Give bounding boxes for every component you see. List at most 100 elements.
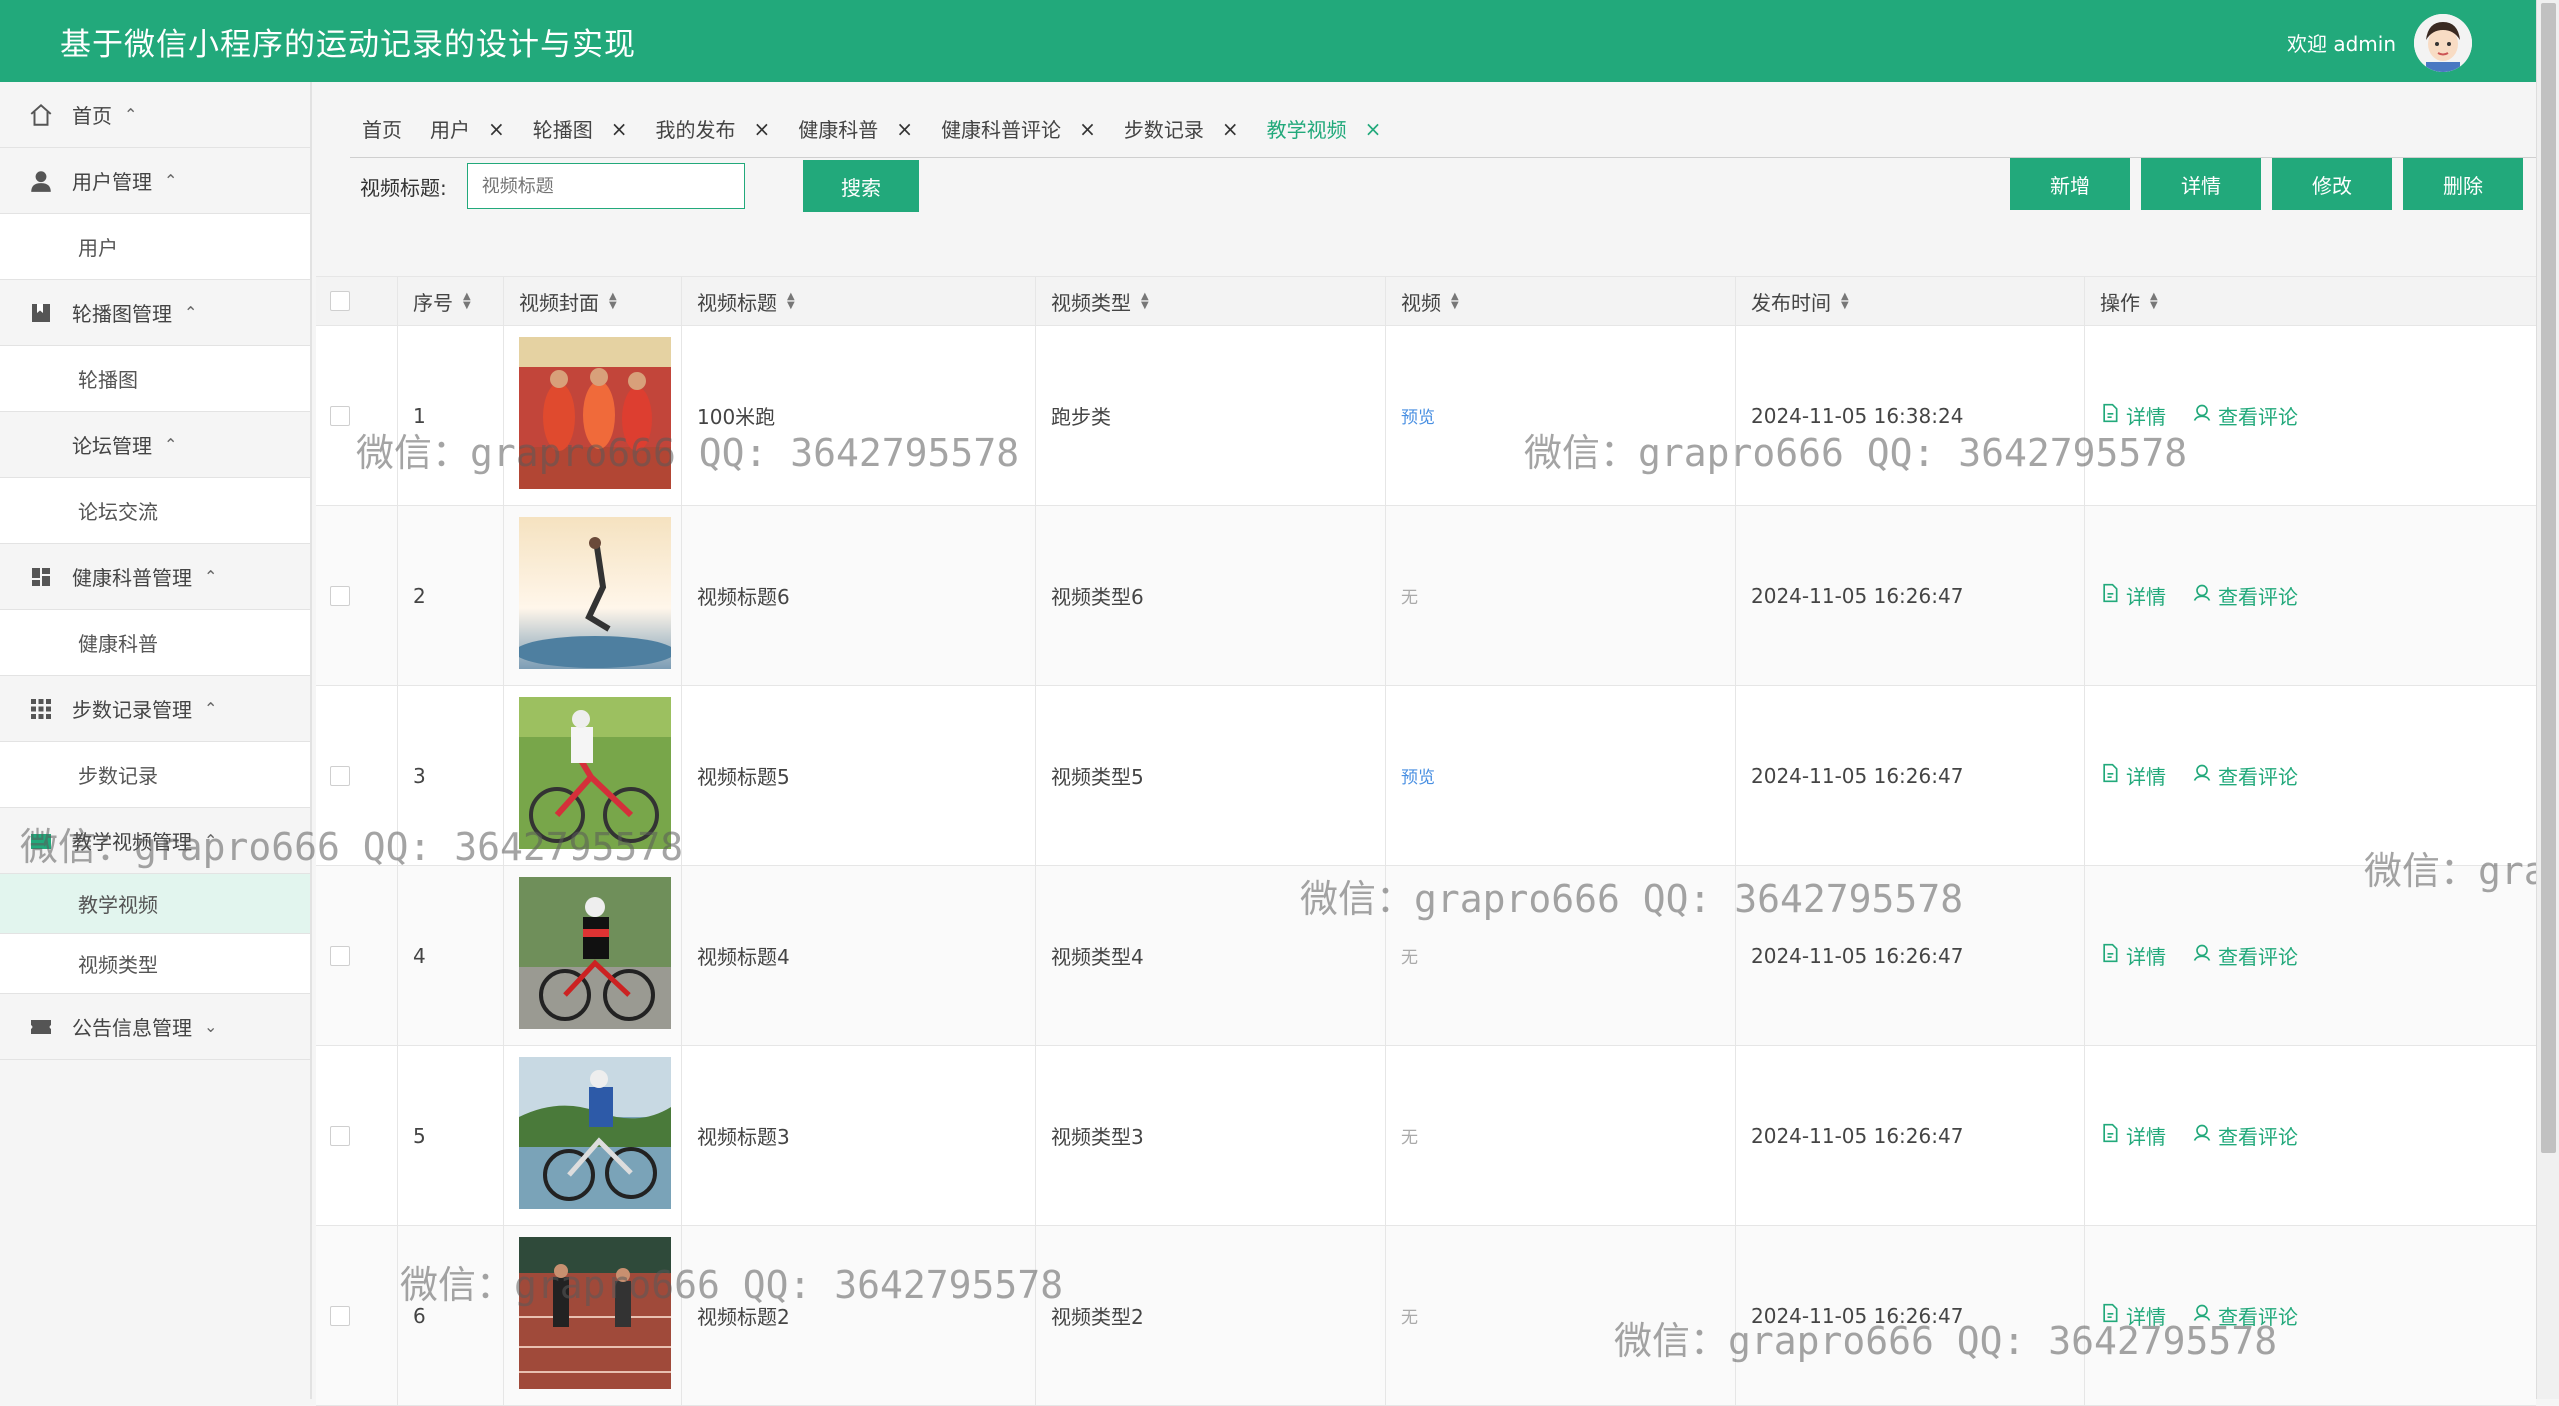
column-header-label: 序号 [413,290,453,315]
close-icon[interactable]: × [488,117,505,141]
video-cover-image[interactable] [519,697,671,854]
sidebar-item-label: 步数记录管理 [72,698,192,722]
sidebar-item[interactable]: 首页 ⌃ [0,82,310,148]
close-icon[interactable]: × [754,117,771,141]
row-checkbox[interactable] [330,945,350,966]
column-header[interactable]: 视频 ▲ ▼ [1386,277,1736,325]
close-icon[interactable]: × [611,117,628,141]
table-row[interactable]: 4 视频标题4 视频类型4 无 2024-11-05 16:26:47 详情 查看评论 [316,866,2536,1046]
video-cover-image[interactable] [519,1237,671,1394]
table-row[interactable]: 2 视频标题6 视频类型6 无 2024-11-05 16:26:47 详情 查看评论 [316,506,2536,686]
video-none-text: 无 [1401,1128,1418,1148]
sidebar-item[interactable]: 教学视频管理 ⌃ [0,808,310,874]
view-comments-button[interactable]: 查看评论 [2192,941,2298,970]
view-comments-label: 查看评论 [2218,585,2298,609]
sidebar-item[interactable]: 用户管理 ⌃ [0,148,310,214]
close-icon[interactable]: × [896,117,913,141]
table-row[interactable]: 3 视频标题5 视频类型5 预览 2024-11-05 16:26:47 详情 查看评论 [316,686,2536,866]
sort-icon[interactable]: ▲ ▼ [463,292,471,311]
edit-button[interactable]: 修改 [2272,158,2392,210]
view-comments-label: 查看评论 [2218,1305,2298,1329]
close-icon[interactable]: × [1365,117,1382,141]
video-cover-image[interactable] [519,1057,671,1214]
delete-button[interactable]: 删除 [2403,158,2523,210]
tab[interactable]: 首页 [362,114,402,143]
sidebar-subitem[interactable]: 教学视频 [0,874,310,934]
sidebar-subitem[interactable]: 视频类型 [0,934,310,994]
tab[interactable]: 用户 × [430,114,505,143]
sidebar-item[interactable]: 健康科普管理 ⌃ [0,544,310,610]
sort-icon[interactable]: ▲ ▼ [1141,292,1149,311]
row-checkbox[interactable] [330,405,350,426]
sidebar-item[interactable]: 公告信息管理 ⌄ [0,994,310,1060]
table-row[interactable]: 1 100米跑 跑步类 预览 2024-11-05 16:38:24 详情 查看评论 [316,326,2536,506]
close-icon[interactable]: × [1079,117,1096,141]
row-checkbox[interactable] [330,585,350,606]
tab[interactable]: 健康科普评论 × [941,114,1096,143]
sidebar-item[interactable]: 轮播图管理 ⌃ [0,280,310,346]
tab[interactable]: 健康科普 × [798,114,913,143]
sort-icon[interactable]: ▲ ▼ [609,292,617,311]
sidebar-item[interactable]: 论坛管理 ⌃ [0,412,310,478]
avatar[interactable] [2414,14,2472,72]
tab[interactable]: 教学视频 × [1267,114,1382,143]
video-cover-image[interactable] [519,877,671,1034]
close-icon[interactable]: × [1222,117,1239,141]
scrollbar-thumb[interactable] [2541,3,2556,1153]
select-all-checkbox[interactable] [330,291,350,311]
video-title: 视频标题2 [697,1305,790,1329]
sort-icon[interactable]: ▲ ▼ [787,292,795,311]
search-button[interactable]: 搜索 [803,160,919,212]
column-header[interactable]: 视频标题 ▲ ▼ [682,277,1036,325]
row-detail-button[interactable]: 详情 [2100,401,2166,430]
time-cell: 2024-11-05 16:26:47 [1736,1226,2085,1405]
column-header[interactable]: 操作 ▲ ▼ [2085,277,2536,325]
sidebar-subitem[interactable]: 用户 [0,214,310,280]
video-cover-image[interactable] [519,337,671,494]
view-comments-button[interactable]: 查看评论 [2192,1301,2298,1330]
row-detail-button[interactable]: 详情 [2100,941,2166,970]
sidebar-item[interactable]: 步数记录管理 ⌃ [0,676,310,742]
row-checkbox[interactable] [330,765,350,786]
column-header[interactable]: 序号 ▲ ▼ [398,277,504,325]
add-button[interactable]: 新增 [2010,158,2130,210]
view-comments-button[interactable]: 查看评论 [2192,761,2298,790]
sidebar-subitem[interactable]: 步数记录 [0,742,310,808]
tab[interactable]: 我的发布 × [656,114,771,143]
row-checkbox-cell [316,686,398,865]
sort-icon[interactable]: ▲ ▼ [1451,292,1459,311]
row-number-text: 6 [413,1303,426,1328]
table-row[interactable]: 5 视频标题3 视频类型3 无 2024-11-05 16:26:47 详情 查看评论 [316,1046,2536,1226]
tab[interactable]: 步数记录 × [1124,114,1239,143]
sidebar-subitem[interactable]: 轮播图 [0,346,310,412]
column-header[interactable]: 视频类型 ▲ ▼ [1036,277,1386,325]
ops-cell: 详情 查看评论 [2085,866,2536,1045]
row-detail-button[interactable]: 详情 [2100,761,2166,790]
row-detail-button[interactable]: 详情 [2100,581,2166,610]
detail-button[interactable]: 详情 [2141,158,2261,210]
sort-icon[interactable]: ▲ ▼ [1841,292,1849,311]
column-header[interactable]: 视频封面 ▲ ▼ [504,277,682,325]
sidebar-subitem[interactable]: 健康科普 [0,610,310,676]
tab[interactable]: 轮播图 × [533,114,628,143]
page-scrollbar[interactable] [2536,0,2559,1399]
row-detail-button[interactable]: 详情 [2100,1301,2166,1330]
video-preview-link[interactable]: 预览 [1401,403,1435,428]
view-comments-button[interactable]: 查看评论 [2192,581,2298,610]
column-header[interactable]: 发布时间 ▲ ▼ [1736,277,2085,325]
video-type: 视频类型4 [1051,945,1144,969]
row-checkbox[interactable] [330,1305,350,1326]
search-input[interactable] [466,163,745,209]
sidebar-subitem[interactable]: 论坛交流 [0,478,310,544]
row-detail-label: 详情 [2126,765,2166,789]
view-comments-button[interactable]: 查看评论 [2192,1121,2298,1150]
table-row[interactable]: 6 视频标题2 视频类型2 无 2024-11-05 16:26:47 详情 查看评论 [316,1226,2536,1406]
sort-icon[interactable]: ▲ ▼ [2150,292,2158,311]
video-cover-image[interactable] [515,517,675,674]
video-preview-link[interactable]: 预览 [1401,763,1435,788]
row-checkbox-cell [316,506,398,685]
row-checkbox[interactable] [330,1125,350,1146]
view-comments-button[interactable]: 查看评论 [2192,401,2298,430]
row-detail-button[interactable]: 详情 [2100,1121,2166,1150]
video-type: 视频类型6 [1051,585,1144,609]
